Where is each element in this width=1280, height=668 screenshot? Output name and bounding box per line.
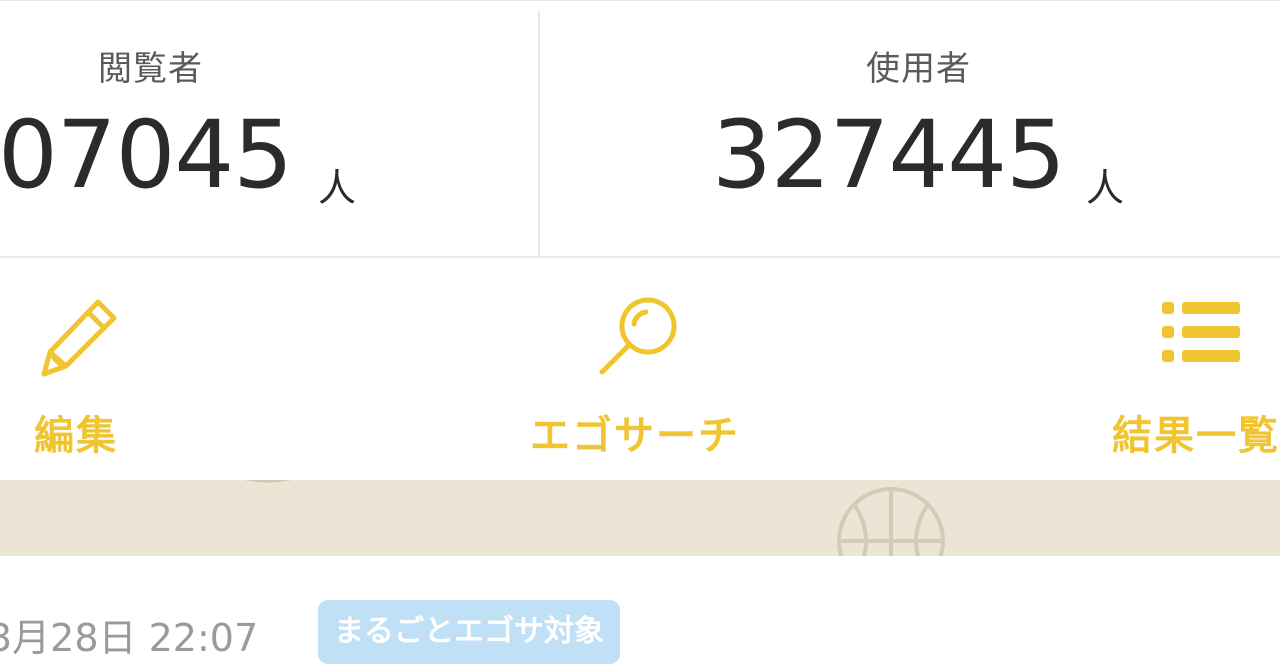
viewers-unit: 人 bbox=[318, 166, 357, 210]
ego-search-label: エゴサーチ bbox=[530, 413, 740, 459]
stats-divider bbox=[538, 11, 540, 257]
users-unit: 人 bbox=[1086, 166, 1125, 210]
search-icon bbox=[599, 297, 677, 375]
ego-search-target-badge: まるごとエゴサ対象 bbox=[318, 600, 620, 664]
results-list-button[interactable]: 結果一覧 bbox=[1110, 258, 1280, 480]
decoration-arc bbox=[244, 480, 292, 483]
list-icon bbox=[1162, 302, 1240, 362]
basketball-icon bbox=[837, 487, 945, 556]
viewers-count: 07045 bbox=[0, 101, 293, 210]
results-list-label: 結果一覧 bbox=[1112, 413, 1280, 459]
post-timestamp: 3月28日 22:07 bbox=[0, 616, 259, 660]
viewers-label: 閲覧者 bbox=[98, 49, 203, 89]
users-label: 使用者 bbox=[866, 49, 971, 89]
header-banner bbox=[0, 480, 1280, 556]
users-count: 327445 bbox=[712, 101, 1066, 210]
pencil-icon bbox=[41, 299, 117, 377]
ego-search-button[interactable]: エゴサーチ bbox=[520, 258, 770, 480]
edit-label: 編集 bbox=[34, 413, 118, 459]
edit-button[interactable]: 編集 bbox=[30, 258, 170, 480]
stats-panel: 閲覧者 07045 人 使用者 327445 人 bbox=[0, 0, 1280, 258]
action-bar: 編集 エゴサーチ 結果一覧 bbox=[0, 258, 1280, 480]
